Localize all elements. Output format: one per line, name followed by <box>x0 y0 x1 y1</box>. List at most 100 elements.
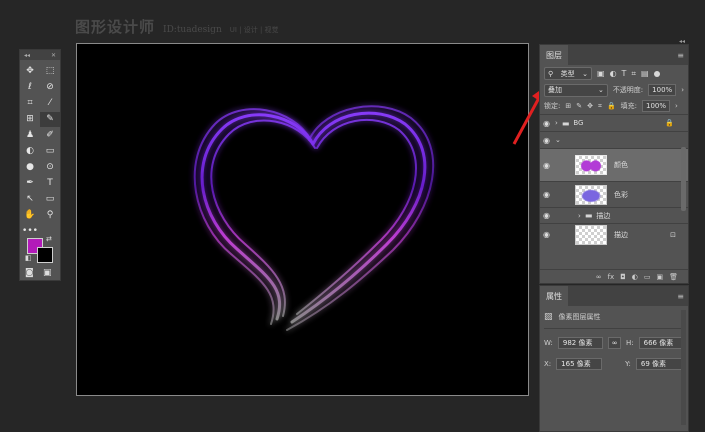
smart-object-filter-icon[interactable]: ▤ <box>641 69 649 78</box>
chevron-right-icon[interactable]: › <box>555 119 558 127</box>
watermark-title: 图形设计师 <box>75 18 156 36</box>
type-tool-icon[interactable]: T <box>40 176 60 191</box>
chevron-right-icon[interactable]: › <box>675 102 678 110</box>
adjustment-filter-icon[interactable]: ◐ <box>610 69 617 78</box>
link-layers-icon[interactable]: ∞ <box>596 273 602 281</box>
layer-row-color[interactable]: ◉ 颜色 <box>540 148 688 181</box>
marquee-tool-icon[interactable]: ⬚ <box>40 64 60 79</box>
background-color-swatch[interactable] <box>37 247 53 263</box>
layer-row-stroke-group[interactable]: ◉ › ▬ 描边 <box>540 207 688 223</box>
layer-filter-select[interactable]: ⚲ 类型 ⌄ <box>544 67 592 80</box>
lock-pixels-icon[interactable]: ⊞ <box>565 102 571 110</box>
history-brush-tool-icon[interactable]: ✐ <box>40 128 60 143</box>
visibility-eye-icon[interactable]: ◉ <box>540 119 553 128</box>
fill-label: 填充: <box>620 102 638 110</box>
x-input[interactable]: 165 像素 <box>556 358 603 370</box>
filter-toggle[interactable] <box>653 70 660 77</box>
eraser-tool-icon[interactable]: ◐ <box>20 144 40 159</box>
panel-menu-icon[interactable]: ≡ <box>677 51 684 60</box>
opacity-label: 不透明度: <box>612 86 644 94</box>
gradient-tool-icon[interactable]: ▭ <box>40 144 60 159</box>
collapse-icon[interactable]: ◂◂ <box>24 52 30 59</box>
filter-search-icon: ⚲ <box>548 69 554 78</box>
layer-thumbnail <box>575 184 607 205</box>
visibility-eye-icon[interactable]: ◉ <box>540 190 553 199</box>
quick-mask-icon[interactable]: ◙ <box>25 268 34 278</box>
lock-position-icon[interactable]: ✥ <box>587 102 593 110</box>
width-input[interactable]: 982 像素 <box>557 337 604 349</box>
layers-scrollbar[interactable] <box>681 147 686 211</box>
default-colors-icon[interactable]: ◧ <box>25 254 32 262</box>
panel-collapse-icon[interactable]: ◂◂ <box>679 38 685 45</box>
tools-panel: ◂◂ ✕ ✥ ⬚ ℓ ⊘ ⌗ ⁄ ⊞ ✎ ♟ ✐ ◐ ▭ ● ⊙ ✒ T ↖ ▭… <box>19 49 61 281</box>
blur-tool-icon[interactable]: ● <box>20 160 40 175</box>
chevron-down-icon: ⌄ <box>597 86 604 94</box>
lock-artboard-icon[interactable]: ⌗ <box>598 102 602 111</box>
folder-icon: ▬ <box>584 211 593 220</box>
more-tools-icon[interactable]: ••• <box>20 224 40 239</box>
visibility-eye-icon[interactable]: ◉ <box>540 230 553 239</box>
layer-style-icon[interactable]: fx <box>608 273 615 281</box>
layer-row-empty[interactable]: ◉ ⌄ <box>540 131 688 148</box>
visibility-eye-icon[interactable]: ◉ <box>540 211 553 220</box>
swap-colors-icon[interactable]: ⇄ <box>46 235 52 243</box>
add-mask-icon[interactable]: ◘ <box>620 273 626 281</box>
delete-layer-icon[interactable]: 🗑 <box>669 273 678 281</box>
eyedropper-tool-icon[interactable]: ⁄ <box>40 96 60 111</box>
layer-row-hue[interactable]: ◉ 色彩 <box>540 181 688 207</box>
tab-properties[interactable]: 属性 <box>540 286 568 306</box>
hand-tool-icon[interactable]: ✋ <box>20 208 40 223</box>
stamp-tool-icon[interactable]: ♟ <box>20 128 40 143</box>
pen-tool-icon[interactable]: ✒ <box>20 176 40 191</box>
watermark-tags: UI | 设计 | 视觉 <box>229 26 279 34</box>
dodge-tool-icon[interactable]: ⊙ <box>40 160 60 175</box>
pixel-filter-icon[interactable]: ▣ <box>597 69 605 78</box>
chevron-down-icon[interactable]: ⌄ <box>555 136 561 144</box>
tools-panel-header[interactable]: ◂◂ ✕ <box>20 50 60 60</box>
layer-row-stroke[interactable]: ◉ 描边 ⊡ <box>540 223 688 245</box>
watermark-id: ID:tuadesign <box>163 25 222 35</box>
shape-filter-icon[interactable]: ⌗ <box>631 69 636 79</box>
type-filter-icon[interactable]: T <box>622 69 627 78</box>
frame-tool-icon[interactable]: ⊞ <box>20 112 40 127</box>
lock-paint-icon[interactable]: ✎ <box>576 102 582 110</box>
layer-thumbnail <box>575 224 607 245</box>
tab-layers[interactable]: 图层 <box>540 45 568 65</box>
panel-menu-icon[interactable]: ≡ <box>677 292 684 301</box>
width-label: W: <box>544 339 553 347</box>
link-dimensions-icon[interactable]: ∞ <box>608 337 622 349</box>
chevron-down-icon: ⌄ <box>582 69 588 78</box>
new-group-icon[interactable]: ▭ <box>644 273 651 281</box>
blend-mode-select[interactable]: 叠加 ⌄ <box>544 83 608 97</box>
layer-name: 色彩 <box>614 190 628 199</box>
screen-mode-icon[interactable]: ▣ <box>43 268 52 278</box>
chevron-right-icon[interactable]: › <box>681 86 684 94</box>
layer-row-bg-group[interactable]: ◉ › ▬ BG 🔒 <box>540 114 688 131</box>
zoom-tool-icon[interactable]: ⚲ <box>40 208 60 223</box>
fill-input[interactable]: 100% <box>642 100 671 112</box>
move-tool-icon[interactable]: ✥ <box>20 64 40 79</box>
document-canvas[interactable] <box>76 43 529 396</box>
height-input[interactable]: 666 像素 <box>638 337 684 349</box>
visibility-eye-icon[interactable]: ◉ <box>540 161 553 170</box>
opacity-input[interactable]: 100% <box>648 84 677 96</box>
adjustment-layer-icon[interactable]: ◐ <box>632 273 638 281</box>
chevron-right-icon[interactable]: › <box>578 212 581 220</box>
path-select-tool-icon[interactable]: ↖ <box>20 192 40 207</box>
quick-select-tool-icon[interactable]: ⊘ <box>40 80 60 95</box>
layer-name: 描边 <box>614 230 628 239</box>
y-label: Y: <box>625 360 631 368</box>
properties-scrollbar[interactable] <box>681 310 686 425</box>
folder-icon: ▬ <box>561 118 570 128</box>
shape-tool-icon[interactable]: ▭ <box>40 192 60 207</box>
lasso-tool-icon[interactable]: ℓ <box>20 80 40 95</box>
brush-tool-icon[interactable]: ✎ <box>40 112 60 127</box>
y-input[interactable]: 69 像素 <box>635 358 682 370</box>
lock-all-icon[interactable]: 🔒 <box>607 102 616 110</box>
visibility-eye-icon[interactable]: ◉ <box>540 136 553 145</box>
lock-icon: 🔒 <box>665 119 674 127</box>
crop-tool-icon[interactable]: ⌗ <box>20 96 40 111</box>
smart-object-icon: ⊡ <box>670 230 676 239</box>
new-layer-icon[interactable]: ▣ <box>656 273 663 281</box>
close-icon[interactable]: ✕ <box>51 52 56 59</box>
